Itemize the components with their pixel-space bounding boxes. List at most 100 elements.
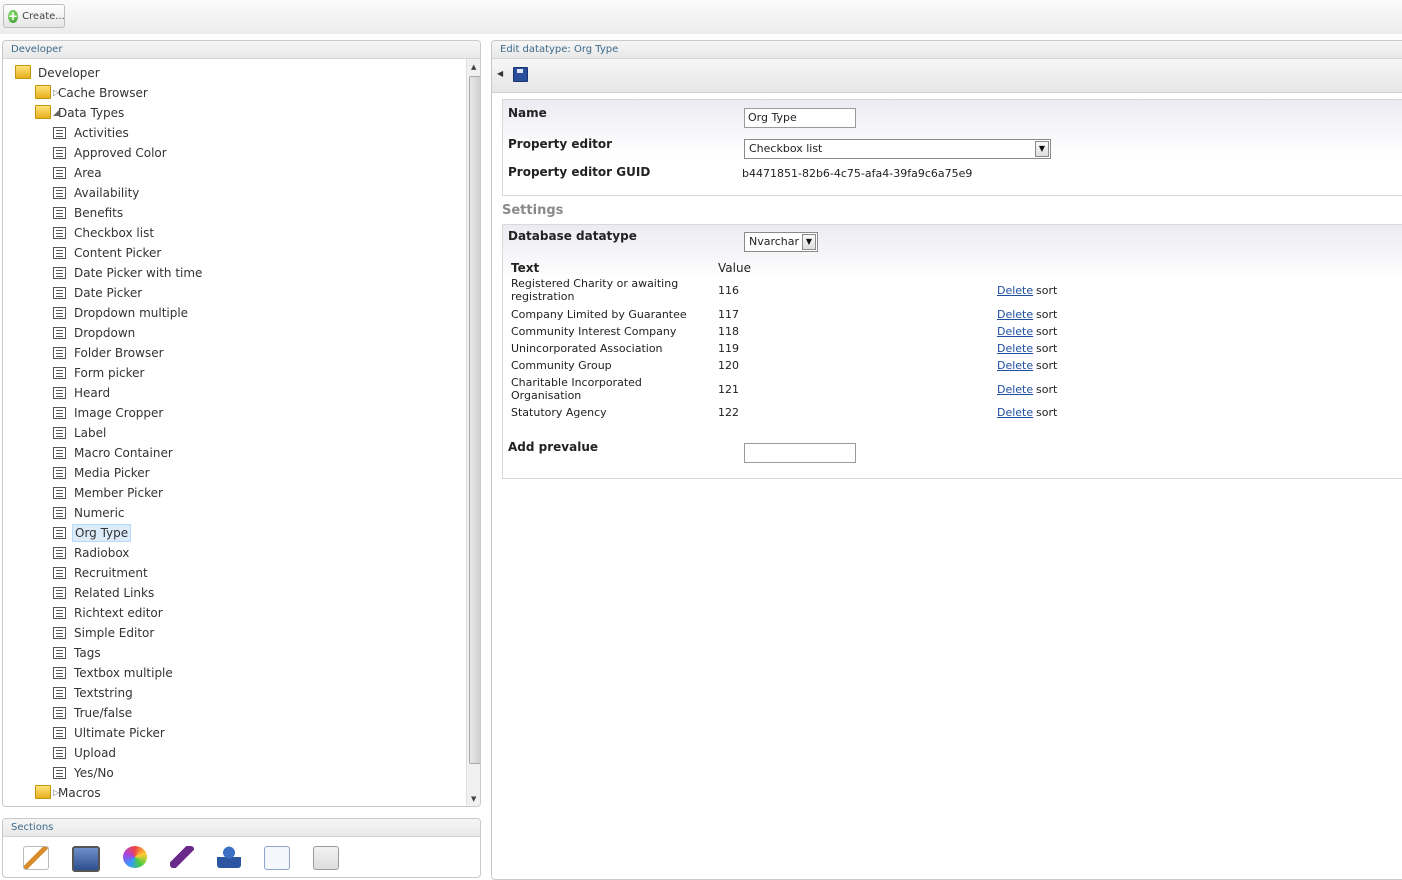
sort-handle[interactable]: sort (1036, 284, 1057, 297)
tree-datatype-item[interactable]: Org Type (53, 523, 132, 543)
tree-datatype-item[interactable]: Approved Color (53, 143, 169, 163)
tree-item-label: Content Picker (74, 246, 162, 260)
developer-icon[interactable] (170, 846, 194, 868)
tree-item-label: Developer (38, 66, 100, 80)
delete-prevalue-link[interactable]: Delete (997, 325, 1033, 338)
tree-datatype-item[interactable]: Dropdown multiple (53, 303, 190, 323)
scroll-down-icon[interactable]: ▼ (471, 795, 476, 803)
prevalue-text: Unincorporated Association (511, 342, 663, 355)
plus-icon: + (8, 8, 19, 23)
tree-datatype-item[interactable]: Macro Container (53, 443, 175, 463)
tree-datatype-item[interactable]: Related Links (53, 583, 156, 603)
tree-datatype-item[interactable]: Media Picker (53, 463, 152, 483)
datatype-icon (53, 687, 66, 699)
tree-item-label: Benefits (74, 206, 124, 220)
database-datatype-select[interactable]: Nvarchar ▼ (744, 232, 818, 252)
tree-datatype-item[interactable]: Upload (53, 743, 118, 763)
datatype-icon (53, 127, 66, 139)
tree-scrollbar[interactable]: ▲ ▼ (466, 59, 480, 806)
prevalue-text: Charitable Incorporated Organisation (511, 376, 642, 402)
sort-handle[interactable]: sort (1036, 383, 1057, 396)
datatype-icon (53, 187, 66, 199)
delete-prevalue-link[interactable]: Delete (997, 383, 1033, 396)
delete-prevalue-link[interactable]: Delete (997, 308, 1033, 321)
collapse-arrow-icon[interactable]: ◀ (497, 69, 503, 78)
tree-datatype-item[interactable]: Date Picker with time (53, 263, 204, 283)
settings-icon[interactable] (123, 846, 147, 868)
tree-folder-item[interactable]: ▷ Cache Browser (35, 83, 150, 103)
sort-handle[interactable]: sort (1036, 308, 1057, 321)
property-editor-select[interactable]: Checkbox list ▼ (744, 139, 1051, 159)
tree-item-label: Data Types (58, 106, 125, 120)
tree-datatype-item[interactable]: Simple Editor (53, 623, 156, 643)
tree-datatype-item[interactable]: Date Picker (53, 283, 144, 303)
tree-datatype-item[interactable]: Benefits (53, 203, 125, 223)
tree-datatype-item[interactable]: Radiobox (53, 543, 131, 563)
tree-datatype-item[interactable]: Member Picker (53, 483, 165, 503)
delete-prevalue-link[interactable]: Delete (997, 359, 1033, 372)
tree-datatype-item[interactable]: Availability (53, 183, 141, 203)
tree-datatype-item[interactable]: Area (53, 163, 104, 183)
users-icon[interactable] (217, 846, 241, 868)
sort-handle[interactable]: sort (1036, 325, 1057, 338)
delete-prevalue-link[interactable]: Delete (997, 284, 1033, 297)
datatype-icon (53, 247, 66, 259)
tree-folder-item[interactable]: ▷ Macros (35, 783, 103, 803)
save-icon[interactable] (513, 67, 528, 82)
tree-folder-item[interactable]: Developer (15, 63, 102, 83)
tree-datatype-item[interactable]: Richtext editor (53, 603, 165, 623)
expanded-arrow-icon[interactable]: ◢ (53, 103, 59, 123)
tree-datatype-item[interactable]: Form picker (53, 363, 146, 383)
tree-item-label: Simple Editor (74, 626, 155, 640)
members-icon[interactable] (264, 846, 290, 870)
tree-datatype-item[interactable]: Heard (53, 383, 112, 403)
datatype-icon (53, 667, 66, 679)
sort-handle[interactable]: sort (1036, 342, 1057, 355)
tree-datatype-item[interactable]: Recruitment (53, 563, 150, 583)
tree-datatype-item[interactable]: Yes/No (53, 763, 116, 783)
property-editor-value: Checkbox list (749, 142, 823, 155)
tree-datatype-item[interactable]: Dropdown (53, 323, 137, 343)
tree-item-label: Image Cropper (74, 406, 164, 420)
delete-prevalue-link[interactable]: Delete (997, 342, 1033, 355)
tree-datatype-item[interactable]: Textstring (53, 683, 135, 703)
datatype-icon (53, 487, 66, 499)
sort-handle[interactable]: sort (1036, 406, 1057, 419)
tree-datatype-item[interactable]: Activities (53, 123, 131, 143)
sections-panel-title: Sections (3, 819, 480, 837)
add-prevalue-input[interactable] (744, 443, 856, 463)
content-icon[interactable] (23, 846, 49, 870)
datatype-icon (53, 707, 66, 719)
tree-datatype-item[interactable]: Checkbox list (53, 223, 156, 243)
tree-folder-item[interactable]: ◢ Data Types (35, 103, 126, 123)
tree-datatype-item[interactable]: Numeric (53, 503, 127, 523)
collapsed-arrow-icon[interactable]: ▷ (53, 83, 59, 103)
datatype-icon (53, 567, 66, 579)
tree-datatype-item[interactable]: Content Picker (53, 243, 163, 263)
delete-prevalue-link[interactable]: Delete (997, 406, 1033, 419)
tree-datatype-item[interactable]: True/false (53, 703, 134, 723)
scroll-up-icon[interactable]: ▲ (471, 63, 476, 71)
collapsed-arrow-icon[interactable]: ▷ (53, 783, 59, 803)
tree-datatype-item[interactable]: Textbox multiple (53, 663, 175, 683)
media-icon[interactable] (72, 846, 100, 872)
tree-datatype-item[interactable]: Folder Browser (53, 343, 166, 363)
tree-datatype-item[interactable]: Image Cropper (53, 403, 165, 423)
tree-datatype-item[interactable]: Tags (53, 643, 103, 663)
prevalue-text: Community Group (511, 359, 612, 372)
guid-label: Property editor GUID (508, 165, 651, 179)
create-button[interactable]: + Create... (3, 4, 65, 28)
datatype-icon (53, 747, 66, 759)
sort-handle[interactable]: sort (1036, 359, 1057, 372)
datatype-icon (53, 327, 66, 339)
chevron-down-icon[interactable]: ▼ (802, 234, 816, 250)
tree-datatype-item[interactable]: Ultimate Picker (53, 723, 167, 743)
scroll-thumb[interactable] (469, 76, 480, 764)
prevalue-value: 122 (718, 406, 739, 419)
datatype-properties: Name Org Type Property editor Checkbox l… (502, 99, 1402, 196)
datatype-icon (53, 287, 66, 299)
forms-icon[interactable] (313, 846, 339, 870)
tree-datatype-item[interactable]: Label (53, 423, 108, 443)
chevron-down-icon[interactable]: ▼ (1035, 141, 1049, 157)
name-input[interactable]: Org Type (744, 108, 856, 128)
